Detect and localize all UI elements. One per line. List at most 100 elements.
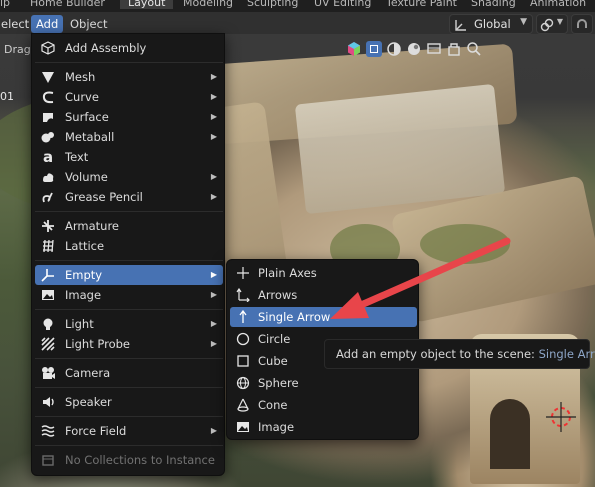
arrows-icon — [236, 287, 250, 303]
menu-item-collection-instance: No Collections to Instance — [35, 450, 223, 470]
menu-item-label: Light — [65, 317, 94, 331]
menu-separator — [35, 260, 223, 261]
menu-item-label: Speaker — [65, 395, 112, 409]
submenu-item-label: Sphere — [258, 376, 299, 390]
menu-item-label: Light Probe — [65, 337, 130, 351]
circle-icon — [236, 332, 250, 346]
search-icon[interactable] — [466, 41, 482, 57]
camera-icon — [41, 366, 55, 380]
submenu-item-cone[interactable]: Cone — [230, 395, 417, 415]
submenu-item-image[interactable]: Image — [230, 417, 417, 437]
magnet-icon — [577, 19, 587, 28]
wireframe-shading-icon[interactable] — [366, 41, 382, 57]
menu-item-label: Add Assembly — [65, 41, 147, 55]
menu-separator — [35, 309, 223, 310]
text-icon: a — [42, 148, 54, 166]
submenu-item-label: Cube — [258, 354, 288, 368]
menu-item-label: Empty — [65, 268, 103, 282]
pivot-snap-dropdown[interactable]: ▼ — [536, 14, 568, 34]
gizmo-color-icon[interactable] — [346, 41, 362, 57]
menu-item-image[interactable]: Image ▶ — [35, 285, 223, 305]
menu-item-surface[interactable]: Surface ▶ — [35, 107, 223, 127]
tab-layout[interactable]: Layout — [120, 0, 174, 9]
menu-item-metaball[interactable]: Metaball ▶ — [35, 127, 223, 147]
speaker-icon — [41, 395, 55, 409]
single-arrow-icon — [236, 309, 250, 324]
image-icon — [236, 420, 250, 434]
menu-tooltip: Add an empty object to the scene: Single… — [324, 339, 595, 369]
menu-item-grease-pencil[interactable]: Grease Pencil ▶ — [35, 187, 223, 207]
submenu-arrow-icon: ▶ — [210, 426, 217, 435]
tab-uv-editing[interactable]: UV Editing — [314, 0, 371, 9]
menu-separator — [35, 62, 223, 63]
add-menu-button[interactable]: Add — [31, 15, 64, 33]
plain-axes-icon — [236, 266, 250, 280]
submenu-arrow-icon: ▶ — [210, 172, 217, 181]
menu-item-speaker[interactable]: Speaker — [35, 392, 223, 412]
overlays-icon[interactable] — [446, 41, 462, 57]
solid-shading-icon[interactable] — [386, 41, 402, 57]
menu-item-text[interactable]: a Text — [35, 147, 223, 167]
tab-modeling[interactable]: Modeling — [183, 0, 233, 9]
scene-courtyard — [294, 83, 506, 215]
submenu-arrow-icon: ▶ — [210, 270, 217, 279]
collection-icon — [41, 453, 55, 467]
menu-item-label: Curve — [65, 90, 99, 104]
cube-outline-icon — [41, 41, 55, 55]
rendered-shading-icon[interactable] — [426, 41, 442, 57]
volume-icon — [41, 170, 55, 184]
lattice-icon — [41, 239, 55, 253]
curve-icon — [41, 90, 55, 104]
submenu-item-single-arrow[interactable]: Single Arrow — [230, 307, 417, 327]
menu-item-add-assembly[interactable]: Add Assembly — [35, 38, 223, 58]
transform-orientation-dropdown[interactable]: Global ▼ — [449, 14, 533, 34]
menu-item-camera[interactable]: Camera — [35, 363, 223, 383]
menu-item-armature[interactable]: Armature — [35, 216, 223, 236]
tab-shading[interactable]: Shading — [471, 0, 516, 9]
submenu-item-plain-axes[interactable]: Plain Axes — [230, 263, 417, 283]
menu-separator — [35, 445, 223, 446]
tab-workspace-0[interactable]: ip — [0, 0, 10, 9]
menu-item-label: Lattice — [65, 239, 105, 253]
viewport-shading-bar — [344, 39, 484, 61]
menu-item-volume[interactable]: Volume ▶ — [35, 167, 223, 187]
submenu-arrow-icon: ▶ — [210, 72, 217, 81]
submenu-arrow-icon: ▶ — [210, 319, 217, 328]
menu-item-label: Mesh — [65, 70, 96, 84]
tab-sculpting[interactable]: Sculpting — [247, 0, 298, 9]
submenu-item-sphere[interactable]: Sphere — [230, 373, 417, 393]
metaball-icon — [41, 130, 55, 144]
submenu-item-label: Circle — [258, 332, 291, 346]
material-shading-icon[interactable] — [406, 41, 422, 57]
proportional-edit-toggle[interactable] — [571, 14, 593, 34]
menu-item-label: No Collections to Instance — [65, 453, 215, 467]
menu-item-light[interactable]: Light ▶ — [35, 314, 223, 334]
menu-item-lattice[interactable]: Lattice — [35, 236, 223, 256]
chevron-down-icon: ▼ — [520, 17, 527, 27]
menu-item-light-probe[interactable]: Light Probe ▶ — [35, 334, 223, 354]
scene-doorway — [490, 399, 530, 469]
drag-tool-label[interactable]: Drag — [4, 43, 31, 56]
menu-item-label: Metaball — [65, 130, 115, 144]
submenu-item-label: Plain Axes — [258, 266, 317, 280]
submenu-item-label: Image — [258, 420, 295, 434]
submenu-arrow-icon: ▶ — [210, 339, 217, 348]
menu-item-force-field[interactable]: Force Field ▶ — [35, 421, 223, 441]
menu-item-mesh[interactable]: Mesh ▶ — [35, 67, 223, 87]
submenu-item-label: Single Arrow — [258, 310, 331, 324]
viewport-header: elect Add Object Global ▼ ▼ — [0, 12, 595, 34]
armature-icon — [41, 219, 55, 233]
menu-item-label: Camera — [65, 366, 111, 380]
menu-item-empty[interactable]: Empty ▶ — [35, 265, 223, 285]
menu-item-curve[interactable]: Curve ▶ — [35, 87, 223, 107]
object-menu[interactable]: Object — [65, 15, 112, 33]
tab-texture-paint[interactable]: Texture Paint — [386, 0, 457, 9]
tab-home-builder[interactable]: Home Builder — [30, 0, 105, 9]
menu-separator — [35, 416, 223, 417]
tooltip-python-hint: Single Arrow — [538, 347, 595, 361]
submenu-item-arrows[interactable]: Arrows — [230, 285, 417, 305]
select-menu[interactable]: elect — [0, 15, 34, 33]
mesh-icon — [41, 70, 55, 84]
tab-animation[interactable]: Animation — [530, 0, 586, 9]
frame-label: 01 — [0, 90, 14, 103]
